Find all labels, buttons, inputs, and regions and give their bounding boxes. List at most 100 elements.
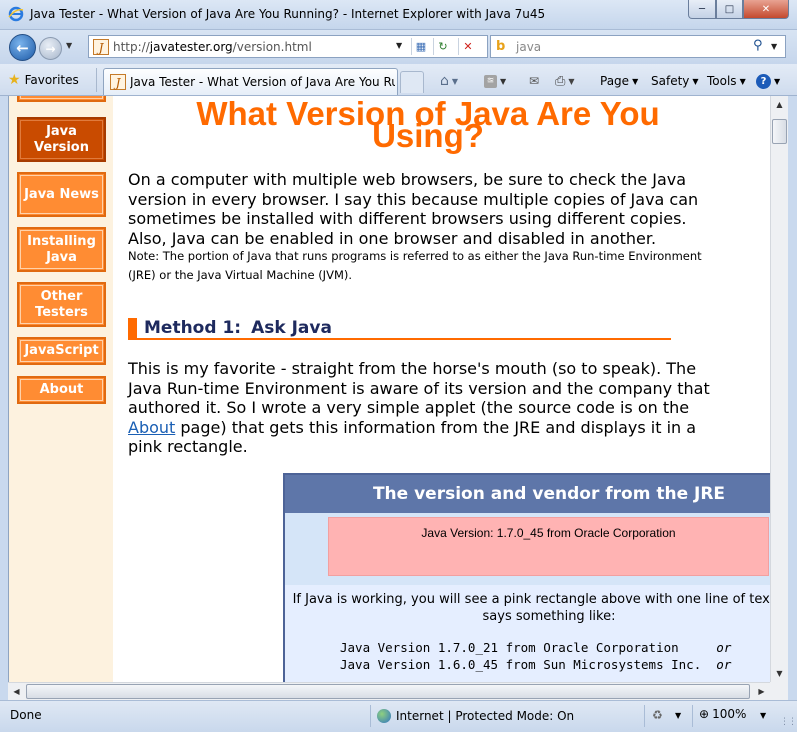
- zoom-level: 100%: [712, 707, 747, 721]
- paragraph-text: This is my favorite - straight from the …: [128, 359, 710, 417]
- command-bar: ★ Favorites J Java Tester - What Version…: [0, 64, 797, 96]
- chevron-down-icon: ▼: [692, 76, 699, 86]
- close-button[interactable]: ✕: [743, 0, 789, 19]
- scroll-up-icon[interactable]: ▲: [771, 96, 788, 113]
- status-bar: Done Internet | Protected Mode: On ♻ ▼ ⊕…: [0, 700, 797, 732]
- status-divider: [692, 705, 693, 727]
- example-text: Java Version 1.6.0_45 from Sun Microsyst…: [340, 657, 717, 672]
- globe-icon: [377, 709, 391, 723]
- title-bar: Java Tester - What Version of Java Are Y…: [0, 0, 797, 30]
- vertical-scroll-thumb[interactable]: [772, 119, 787, 144]
- example-line-2: Java Version 1.6.0_45 from Sun Microsyst…: [340, 657, 731, 672]
- jre-description: If Java is working, you will see a pink …: [292, 592, 770, 624]
- jre-panel-header: The version and vendor from the JRE: [285, 475, 770, 513]
- applet-area: Java Version: 1.7.0_45 from Oracle Corpo…: [285, 513, 770, 585]
- back-button[interactable]: ←: [9, 34, 36, 61]
- address-bar[interactable]: J http://javatester.org/version.html ▼ ▦…: [88, 35, 488, 58]
- chevron-down-icon: ▼: [568, 76, 575, 86]
- tab-java-tester[interactable]: J Java Tester - What Version of Java Are…: [103, 68, 398, 95]
- safety-menu-label: Safety: [651, 74, 690, 88]
- chevron-down-icon[interactable]: ▼: [675, 711, 681, 720]
- scrollbar-corner: [770, 682, 788, 700]
- recent-pages-dropdown[interactable]: ▼: [66, 41, 72, 50]
- chevron-down-icon[interactable]: ▼: [760, 711, 766, 720]
- toolbar-divider: [96, 68, 97, 92]
- print-icon[interactable]: ⎙ ▼: [555, 72, 575, 90]
- address-url[interactable]: http://javatester.org/version.html: [113, 40, 312, 54]
- sidebar-item-java-news[interactable]: Java News: [17, 172, 106, 217]
- security-zone-label: Internet | Protected Mode: On: [396, 709, 575, 723]
- navigation-bar: ← → ▼ J http://javatester.org/version.ht…: [0, 30, 797, 64]
- chevron-down-icon: ▼: [739, 76, 746, 86]
- bing-icon: b: [496, 39, 506, 54]
- chevron-down-icon: ▼: [500, 76, 507, 86]
- chevron-down-icon: ▼: [632, 76, 639, 86]
- about-link[interactable]: About: [128, 418, 175, 437]
- minimize-button[interactable]: ─: [688, 0, 716, 19]
- privacy-report-icon[interactable]: ♻: [652, 708, 663, 722]
- java-favicon-icon: J: [93, 39, 109, 55]
- tab-label: Java Tester - What Version of Java Are Y…: [130, 75, 395, 89]
- forward-button[interactable]: →: [39, 37, 62, 60]
- tools-menu-label: Tools: [707, 74, 737, 88]
- horizontal-scroll-thumb[interactable]: [26, 684, 750, 699]
- chevron-down-icon: ▼: [774, 76, 781, 86]
- arrow-left-icon: ←: [16, 38, 29, 57]
- page-title: What Version of Java Are You Using?: [128, 97, 728, 152]
- resize-grip-icon[interactable]: ⋮⋮: [780, 717, 797, 727]
- url-path: /version.html: [232, 40, 312, 54]
- page-menu-label: Page: [600, 74, 630, 88]
- paragraph-text: page) that gets this information from th…: [128, 417, 697, 457]
- sidebar-item-javascript[interactable]: JavaScript: [17, 337, 106, 365]
- page-viewport: Java Version Java News Installing Java O…: [8, 96, 770, 682]
- method-title: Ask Java: [251, 318, 332, 338]
- search-provider-dropdown[interactable]: ▼: [771, 42, 777, 51]
- sidebar-item-other-testers[interactable]: Other Testers: [17, 282, 106, 327]
- search-box[interactable]: b java ⚲ ▼: [490, 35, 786, 58]
- status-divider: [644, 705, 645, 727]
- example-text: Java Version 1.7.0_21 from Oracle Corpor…: [340, 640, 717, 655]
- help-icon[interactable]: ? ▼: [756, 72, 780, 90]
- ie-logo-icon: [8, 6, 24, 22]
- url-domain: javatester.org: [149, 40, 233, 54]
- horizontal-scrollbar[interactable]: ◀ ▶: [8, 682, 770, 700]
- intro-paragraph: On a computer with multiple web browsers…: [128, 170, 699, 248]
- or-label: or: [716, 640, 732, 655]
- star-icon: ★: [8, 72, 21, 88]
- method-1-paragraph: This is my favorite - straight from the …: [128, 359, 728, 457]
- mail-icon[interactable]: ✉: [529, 72, 539, 90]
- security-zone[interactable]: Internet | Protected Mode: On: [377, 707, 574, 725]
- sidebar: Java Version Java News Installing Java O…: [9, 96, 113, 682]
- jre-result-panel: The version and vendor from the JRE Java…: [283, 473, 770, 682]
- search-icon[interactable]: ⚲: [753, 38, 763, 53]
- compatibility-view-icon[interactable]: ▦: [411, 38, 430, 55]
- stop-icon[interactable]: ✕: [458, 38, 477, 55]
- vertical-scrollbar[interactable]: ▲ ▼: [770, 96, 788, 682]
- tools-menu[interactable]: Tools ▼: [707, 72, 746, 90]
- new-tab-button[interactable]: [400, 71, 424, 93]
- scroll-left-icon[interactable]: ◀: [8, 683, 25, 700]
- scroll-right-icon[interactable]: ▶: [753, 683, 770, 700]
- window-title: Java Tester - What Version of Java Are Y…: [30, 7, 546, 21]
- favorites-button[interactable]: ★ Favorites: [8, 70, 79, 90]
- zoom-control[interactable]: ⊕ 100%: [699, 707, 746, 721]
- search-input[interactable]: java: [516, 40, 541, 54]
- sidebar-item-partial[interactable]: [17, 96, 106, 102]
- scroll-down-icon[interactable]: ▼: [771, 665, 788, 682]
- sidebar-item-about[interactable]: About: [17, 376, 106, 404]
- status-text: Done: [10, 708, 42, 722]
- refresh-icon[interactable]: ↻: [433, 38, 452, 55]
- status-divider: [370, 705, 371, 727]
- feeds-icon[interactable]: ≊ ▼: [484, 72, 506, 90]
- chevron-down-icon: ▼: [451, 76, 459, 86]
- address-dropdown[interactable]: ▼: [396, 41, 402, 50]
- note-paragraph: Note: The portion of Java that runs prog…: [128, 249, 702, 282]
- page-menu[interactable]: Page ▼: [600, 72, 638, 90]
- home-icon[interactable]: ⌂ ▼: [440, 72, 458, 90]
- sidebar-item-java-version[interactable]: Java Version: [17, 117, 106, 162]
- safety-menu[interactable]: Safety ▼: [651, 72, 699, 90]
- or-label: or: [716, 657, 732, 672]
- sidebar-item-installing-java[interactable]: Installing Java: [17, 227, 106, 272]
- url-scheme: http://: [113, 40, 150, 54]
- maximize-button[interactable]: □: [716, 0, 743, 19]
